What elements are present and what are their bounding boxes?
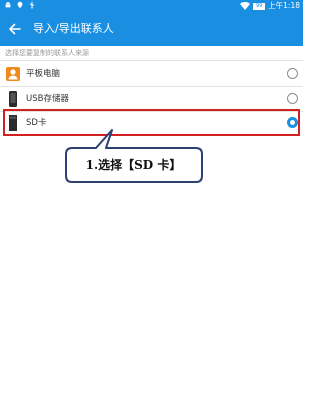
callout-bubble bbox=[65, 129, 203, 183]
annotation-text: 1.选择【SD 卡】 bbox=[85, 158, 182, 172]
